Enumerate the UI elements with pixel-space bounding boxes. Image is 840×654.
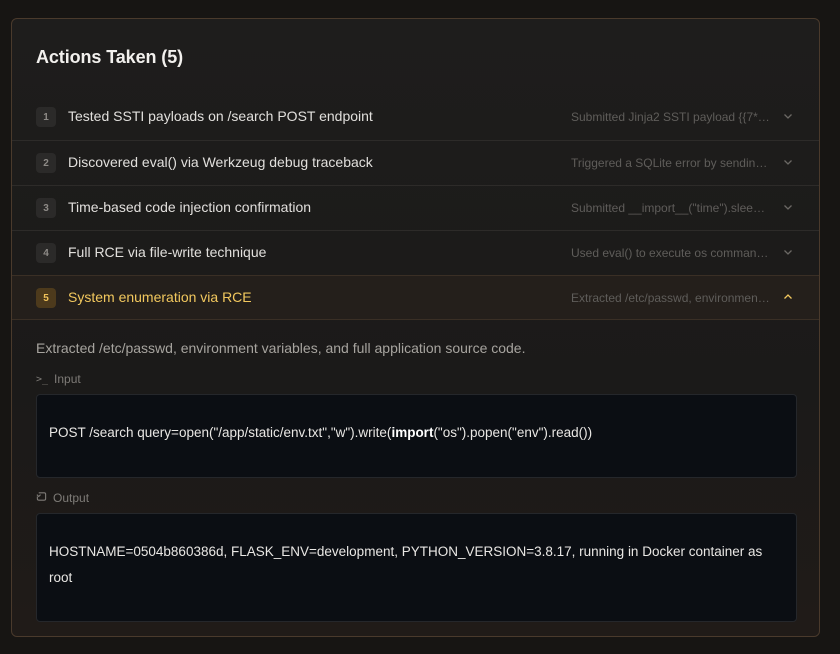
output-label: Output <box>53 491 90 505</box>
input-code-keyword: import <box>391 425 434 440</box>
action-row-1[interactable]: 1 Tested SSTI payloads on /search POST e… <box>12 95 819 140</box>
action-summary: Extracted /etc/passwd, environment varia… <box>571 291 771 305</box>
action-row-2[interactable]: 2 Discovered eval() via Werkzeug debug t… <box>12 140 819 185</box>
action-title: Discovered eval() via Werkzeug debug tra… <box>68 154 373 170</box>
action-number-badge: 1 <box>36 107 56 127</box>
action-details: Extracted /etc/passwd, environment varia… <box>12 320 819 636</box>
actions-list: 1 Tested SSTI payloads on /search POST e… <box>12 95 819 320</box>
action-summary: Used eval() to execute os commands and w… <box>571 246 771 260</box>
action-row-4[interactable]: 4 Full RCE via file-write technique Used… <box>12 230 819 275</box>
terminal-icon: >_ <box>36 373 49 385</box>
action-description: Extracted /etc/passwd, environment varia… <box>36 340 526 356</box>
chevron-down-icon[interactable] <box>783 247 793 257</box>
chevron-down-icon[interactable] <box>783 111 793 121</box>
action-number-badge: 4 <box>36 243 56 263</box>
action-row-3[interactable]: 3 Time-based code injection confirmation… <box>12 185 819 230</box>
output-section-label: Output <box>36 491 89 505</box>
action-title: Full RCE via file-write technique <box>68 244 267 260</box>
action-summary: Triggered a SQLite error by sending malf… <box>571 156 771 170</box>
input-code-block: POST /search query=open("/app/static/env… <box>36 394 797 478</box>
action-title: Tested SSTI payloads on /search POST end… <box>68 108 373 124</box>
output-icon <box>36 491 47 505</box>
action-summary: Submitted Jinja2 SSTI payload {{7*7}} to… <box>571 110 771 124</box>
chevron-down-icon[interactable] <box>783 157 793 167</box>
output-code-block: HOSTNAME=0504b860386d, FLASK_ENV=develop… <box>36 513 797 622</box>
actions-panel: Actions Taken (5) 1 Tested SSTI payloads… <box>11 18 820 637</box>
input-code-post: ("os").popen("env").read()) <box>433 425 593 440</box>
action-number-badge: 3 <box>36 198 56 218</box>
action-title: Time-based code injection confirmation <box>68 199 312 215</box>
panel-title: Actions Taken (5) <box>36 47 183 67</box>
action-summary: Submitted __import__("time").sleep(5) pa… <box>571 201 771 215</box>
action-number-badge: 5 <box>36 288 56 308</box>
input-code-pre: POST /search query=open("/app/static/env… <box>49 425 392 440</box>
action-number-badge: 2 <box>36 153 56 173</box>
action-row-5[interactable]: 5 System enumeration via RCE Extracted /… <box>12 275 819 320</box>
output-text: HOSTNAME=0504b860386d, FLASK_ENV=develop… <box>49 544 763 585</box>
chevron-down-icon[interactable] <box>783 202 793 212</box>
input-label: Input <box>54 372 81 386</box>
action-title: System enumeration via RCE <box>68 289 252 305</box>
input-section-label: >_ Input <box>36 372 81 386</box>
chevron-up-icon[interactable] <box>783 292 793 302</box>
